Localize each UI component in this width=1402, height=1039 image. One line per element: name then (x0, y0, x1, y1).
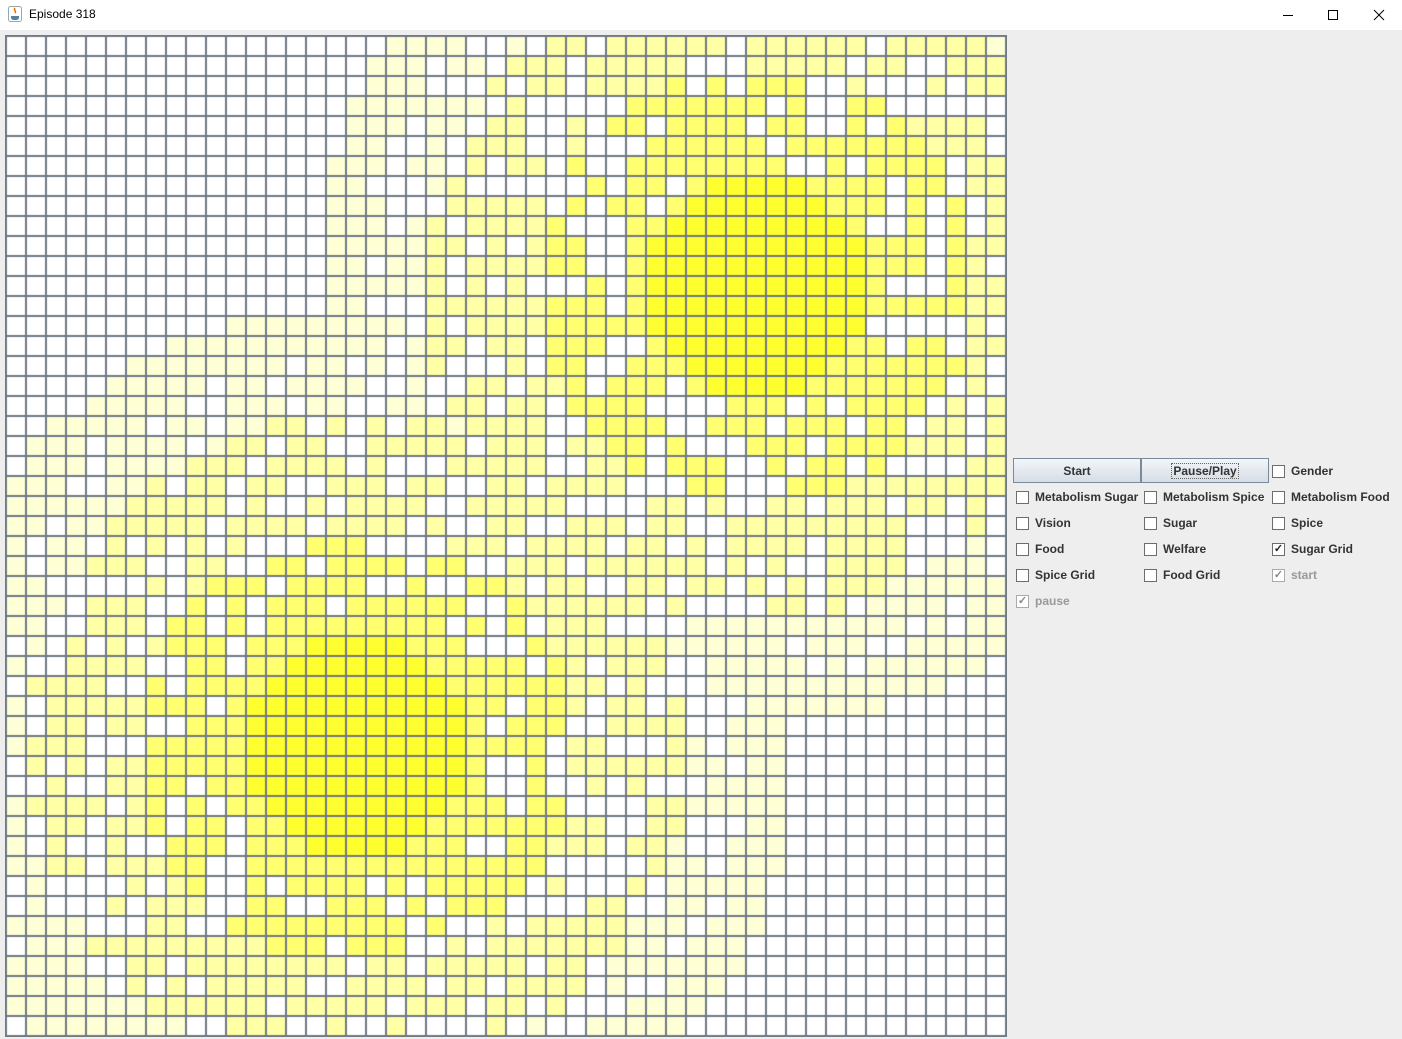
title-bar: Episode 318 (0, 0, 1402, 30)
checkbox-metabolism-spice[interactable]: Metabolism Spice (1144, 488, 1264, 506)
checkbox-box[interactable] (1016, 490, 1029, 504)
checkbox-welfare[interactable]: Welfare (1144, 540, 1206, 558)
checkbox-vision[interactable]: Vision (1016, 514, 1071, 532)
close-button[interactable] (1356, 0, 1402, 30)
checkbox-metabolism-food[interactable]: Metabolism Food (1272, 488, 1390, 506)
checkbox-label: Metabolism Sugar (1035, 490, 1139, 504)
checkbox-gender[interactable]: Gender (1272, 462, 1333, 480)
checkbox-label: Food (1035, 542, 1065, 556)
checkbox-box[interactable] (1016, 542, 1029, 556)
checkbox-pause: ✓ pause (1016, 592, 1070, 610)
checkbox-label: Metabolism Food (1291, 490, 1390, 504)
checkbox-sugar-grid[interactable]: ✓ Sugar Grid (1272, 540, 1353, 558)
checkbox-label: Sugar (1163, 516, 1198, 530)
checkbox-box[interactable] (1272, 516, 1285, 530)
checkbox-box: ✓ (1272, 568, 1285, 582)
checkbox-metabolism-sugar[interactable]: Metabolism Sugar (1016, 488, 1138, 506)
checkbox-box[interactable]: ✓ (1272, 542, 1285, 556)
start-button[interactable]: Start (1013, 458, 1141, 483)
checkbox-label: Spice Grid (1035, 568, 1096, 582)
window-title: Episode 318 (29, 7, 96, 21)
checkbox-box[interactable] (1272, 490, 1285, 504)
checkbox-label: Food Grid (1163, 568, 1221, 582)
checkbox-box[interactable] (1144, 490, 1157, 504)
checkbox-food[interactable]: Food (1016, 540, 1064, 558)
checkbox-box: ✓ (1016, 594, 1029, 608)
checkbox-spice-grid[interactable]: Spice Grid (1016, 566, 1095, 584)
minimize-icon (1283, 15, 1293, 16)
checkbox-label: pause (1035, 594, 1070, 608)
checkbox-sugar[interactable]: Sugar (1144, 514, 1197, 532)
checkbox-box[interactable] (1016, 568, 1029, 582)
checkbox-start: ✓ start (1272, 566, 1317, 584)
maximize-icon (1328, 10, 1338, 20)
java-app-icon (8, 6, 22, 22)
checkbox-box[interactable] (1016, 516, 1029, 530)
checkbox-spice[interactable]: Spice (1272, 514, 1323, 532)
checkbox-label: Vision (1035, 516, 1071, 530)
start-button-label: Start (1063, 463, 1091, 478)
checkbox-box[interactable] (1144, 516, 1157, 530)
checkbox-label: Welfare (1163, 542, 1207, 556)
close-icon (1373, 9, 1385, 21)
sugarscape-grid[interactable] (5, 35, 1007, 1037)
checkbox-box[interactable] (1144, 542, 1157, 556)
sugar-grid-canvas[interactable] (5, 35, 1007, 1037)
minimize-button[interactable] (1265, 0, 1311, 30)
checkbox-label: Spice (1291, 516, 1324, 530)
pause-play-button-label: Pause/Play (1171, 462, 1239, 479)
checkbox-label: Gender (1291, 464, 1334, 478)
pause-play-button[interactable]: Pause/Play (1141, 458, 1269, 483)
maximize-button[interactable] (1310, 0, 1356, 30)
checkbox-label: Sugar Grid (1291, 542, 1354, 556)
checkbox-food-grid[interactable]: Food Grid (1144, 566, 1220, 584)
checkbox-box[interactable] (1272, 464, 1285, 478)
checkbox-label: start (1291, 568, 1318, 582)
checkbox-label: Metabolism Spice (1163, 490, 1265, 504)
checkbox-box[interactable] (1144, 568, 1157, 582)
